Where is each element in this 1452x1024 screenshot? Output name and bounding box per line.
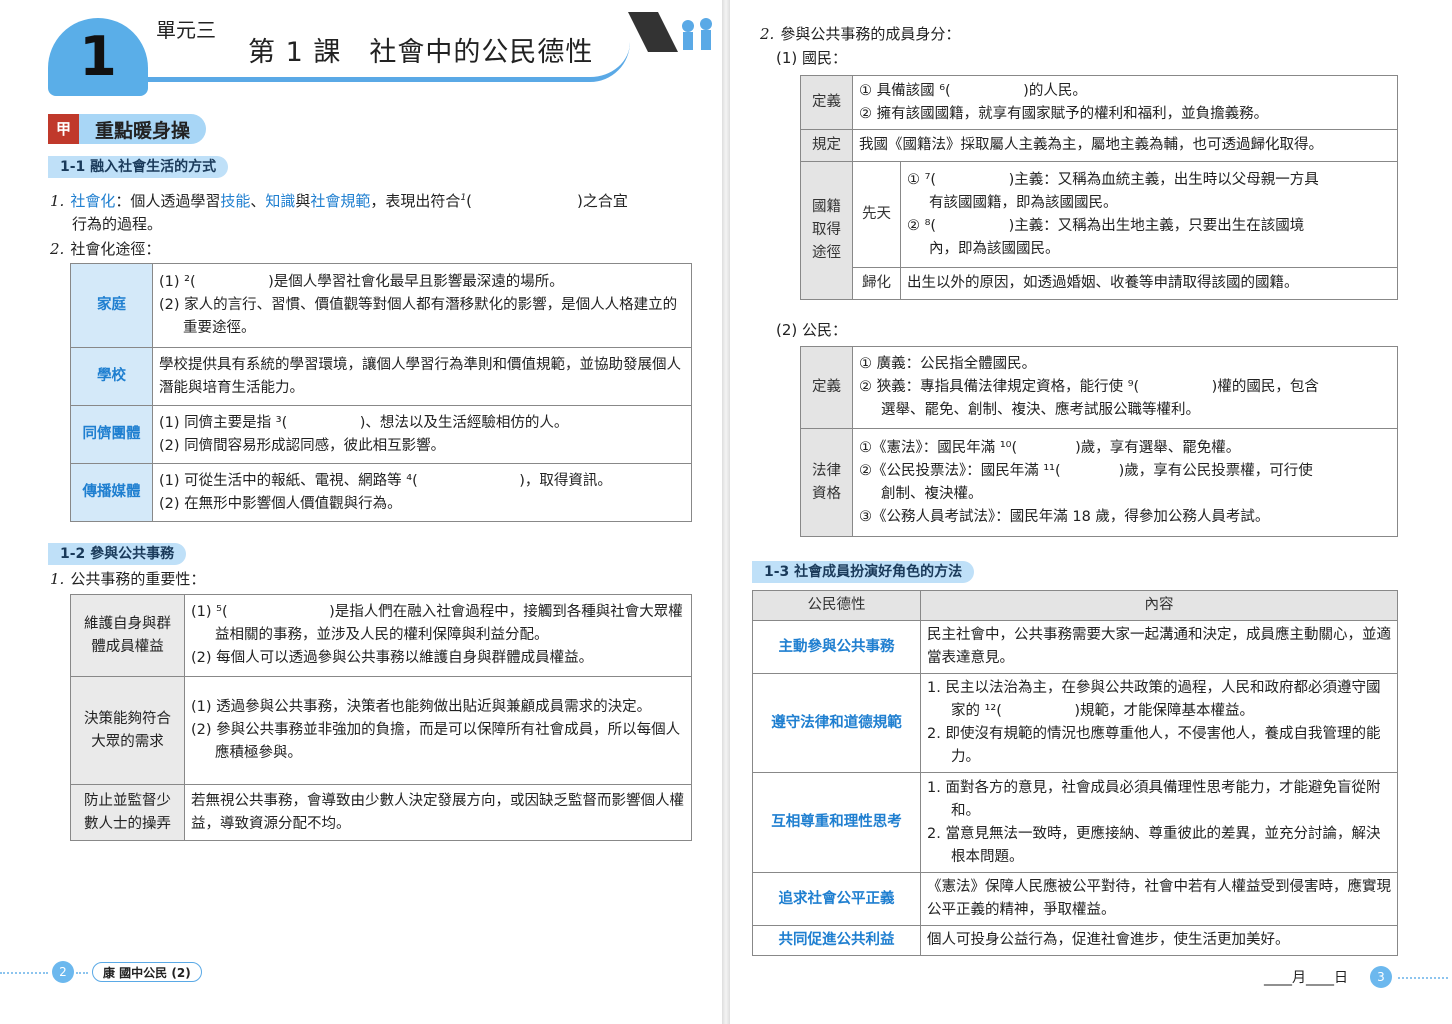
row-head: 共同促進公共利益	[752, 925, 921, 956]
column-header: 內容	[920, 590, 1398, 621]
table-row: 主動參與公共事務 民主社會中，公共事務需要大家一起溝通和決定，成員應主動關心，並…	[752, 620, 1398, 674]
citizen-label: (2) 公民：	[776, 321, 848, 339]
row-head: 學校	[70, 347, 153, 406]
citizen-table: 定義 ① 廣義：公民指全體國民。 ② 狹義：專指具備法律規定資格，能行使 ⁹( …	[800, 346, 1398, 537]
table-row: 國籍取得途徑 先天 ① ⁷( )主義：又稱為血統主義，出生時以父母親一方具 有該…	[800, 161, 1398, 300]
left-page: 1 單元三 第 1 課 社會中的公民德性 甲 重點暖身操 1-1 融入社會生活的…	[0, 0, 722, 1024]
row-body: 我國《國籍法》採取屬人主義為主，屬地主義為輔，也可透過歸化取得。	[852, 129, 1398, 162]
footer-dots	[1398, 977, 1448, 979]
page-number: 2	[52, 961, 74, 983]
public-affairs-table: 維護自身與群體成員權益 (1) ⁵( )是指人們在融入社會過程中，接觸到各種與社…	[70, 594, 692, 841]
row-body: (1) ⁵( )是指人們在融入社會過程中，接觸到各種與社會大眾權益相關的事務，並…	[184, 594, 692, 677]
table-row: 維護自身與群體成員權益 (1) ⁵( )是指人們在融入社會過程中，接觸到各種與社…	[70, 594, 692, 677]
row-head: 規定	[800, 129, 853, 162]
row-body: 民主社會中，公共事務需要大家一起溝通和決定，成員應主動關心，並適當表達意見。	[920, 620, 1398, 674]
virtue-table: 公民德性 內容 主動參與公共事務 民主社會中，公共事務需要大家一起溝通和決定，成…	[752, 590, 1398, 956]
row-body: ① 廣義：公民指全體國民。 ② 狹義：專指具備法律規定資格，能行使 ⁹( )權的…	[852, 346, 1398, 429]
table-row: 定義 ① 廣義：公民指全體國民。 ② 狹義：專指具備法律規定資格，能行使 ⁹( …	[800, 346, 1398, 429]
public-affairs-importance-label: 1. 公共事務的重要性：	[50, 570, 206, 588]
table-row: 家庭 (1) ²( )是個人學習社會化最早且影響最深遠的場所。 (2) 家人的言行…	[70, 263, 692, 348]
book-gutter	[722, 0, 730, 1024]
unit-label: 單元三	[156, 18, 216, 42]
section-mark: 甲	[48, 114, 80, 144]
table-row: 決策能夠符合大眾的需求 (1) 透過參與公共事務，決策者也能夠做出貼近與兼顧成員…	[70, 676, 692, 785]
row-head: 同儕團體	[70, 405, 153, 464]
table-row: 互相尊重和理性思考 1. 面對各方的意見，社會成員必須具備理性思考能力，才能避免…	[752, 772, 1398, 873]
table-row: 防止並監督少數人士的操弄 若無視公共事務，會導致由少數人決定發展方向，或因缺乏監…	[70, 784, 692, 841]
page-number: 3	[1370, 966, 1392, 988]
section-heading: 甲 重點暖身操	[48, 114, 207, 144]
row-body: 個人可投身公益行為，促進社會進步，使生活更加美好。	[920, 925, 1398, 956]
row-head: 定義	[800, 346, 853, 429]
row-head: 追求社會公平正義	[752, 872, 921, 926]
row-head: 定義	[800, 75, 853, 130]
row-subhead: 先天	[852, 161, 901, 268]
footer-dots	[76, 972, 88, 974]
lesson-title: 第 1 課 社會中的公民德性	[248, 37, 594, 68]
row-body: 《憲法》保障人民應被公平對待，社會中若有人權益受到侵害時，應實現公平正義的精神，…	[920, 872, 1398, 926]
national-table: 定義 ① 具備該國 ⁶( )的人民。 ② 擁有該國國籍，就享有國家賦予的權利和福利…	[800, 75, 1398, 300]
row-head: 防止並監督少數人士的操弄	[70, 784, 185, 841]
row-body: ① ⁷( )主義：又稱為血統主義，出生時以父母親一方具 有該國國籍，即為該國國民…	[900, 161, 1398, 268]
row-head: 遵守法律和道德規範	[752, 673, 921, 773]
row-body: ① 具備該國 ⁶( )的人民。 ② 擁有該國國籍，就享有國家賦予的權利和福利，並負…	[852, 75, 1398, 130]
row-head: 維護自身與群體成員權益	[70, 594, 185, 677]
row-head: 決策能夠符合大眾的需求	[70, 676, 185, 785]
table-row: 追求社會公平正義 《憲法》保障人民應被公平對待，社會中若有人權益受到侵害時，應實…	[752, 872, 1398, 926]
row-body: 學校提供具有系統的學習環境，讓個人學習行為準則和價值規範，並協助發展個人潛能與培…	[152, 347, 692, 406]
section-title: 重點暖身操	[95, 119, 191, 142]
row-body: 出生以外的原因，如透過婚姻、收養等申請取得該國的國籍。	[900, 267, 1398, 300]
subsection-1-1: 1-1 融入社會生活的方式	[48, 156, 229, 178]
row-head: 互相尊重和理性思考	[752, 772, 921, 873]
table-row: 共同促進公共利益 個人可投身公益行為，促進社會進步，使生活更加美好。	[752, 925, 1398, 956]
right-page: 2. 參與公共事務的成員身分： (1) 國民： 定義 ① 具備該國 ⁶( )的人民…	[730, 0, 1452, 1024]
socialization-definition: 1. 社會化：個人透過學習技能、知識與社會規範，表現出符合1( )之合宜	[50, 192, 628, 210]
subsection-1-3: 1-3 社會成員扮演好角色的方法	[752, 561, 975, 583]
member-identity-label: 2. 參與公共事務的成員身分：	[760, 25, 961, 43]
row-body: ①《憲法》：國民年滿 ¹⁰( )歲，享有選舉、罷免權。 ②《公民投票法》：國民年…	[852, 428, 1398, 537]
row-head: 法律資格	[800, 428, 853, 537]
row-body: 若無視公共事務，會導致由少數人決定發展方向，或因缺乏監督而影響個人權益，導致資源…	[184, 784, 692, 841]
table-row: 規定 我國《國籍法》採取屬人主義為主，屬地主義為輔，也可透過歸化取得。	[800, 129, 1398, 162]
table-row: 定義 ① 具備該國 ⁶( )的人民。 ② 擁有該國國籍，就享有國家賦予的權利和福利…	[800, 75, 1398, 130]
socialization-definition-cont: 行為的過程。	[72, 215, 163, 233]
row-body: 1. 面對各方的意見，社會成員必須具備理性思考能力，才能避免盲從附和。 2. 當意…	[920, 772, 1398, 873]
table-header-row: 公民德性 內容	[752, 590, 1398, 621]
table-row: 歸化 出生以外的原因，如透過婚姻、收養等申請取得該國的國籍。	[801, 267, 1398, 300]
socialization-table: 家庭 (1) ²( )是個人學習社會化最早且影響最深遠的場所。 (2) 家人的言行…	[70, 263, 692, 522]
people-illustration-icon	[628, 12, 712, 52]
row-head: 國籍取得途徑	[800, 161, 853, 300]
table-row: 遵守法律和道德規範 1. 民主以法治為主，在參與公共政策的過程，人民和政府都必須…	[752, 673, 1398, 773]
table-row: 傳播媒體 (1) 可從生活中的報紙、電視、網路等 ⁴( )，取得資訊。 (2) 在…	[70, 463, 692, 522]
row-body: 1. 民主以法治為主，在參與公共政策的過程，人民和政府都必須遵守國家的 ¹²( …	[920, 673, 1398, 773]
row-head: 傳播媒體	[70, 463, 153, 522]
row-body: (1) 可從生活中的報紙、電視、網路等 ⁴( )，取得資訊。 (2) 在無形中影響…	[152, 463, 692, 522]
lesson-header: 1 單元三 第 1 課 社會中的公民德性	[0, 0, 722, 100]
row-body: (1) 同儕主要是指 ³( )、想法以及生活經驗相仿的人。 (2) 同儕間容易形成…	[152, 405, 692, 464]
column-header: 公民德性	[752, 590, 921, 621]
date-field[interactable]: ____月____日	[1264, 966, 1348, 990]
national-label: (1) 國民：	[776, 49, 848, 67]
socialization-paths-label: 2. 社會化途徑：	[50, 240, 161, 258]
footer-dots	[0, 972, 48, 974]
row-body: (1) 透過參與公共事務，決策者也能夠做出貼近與兼顧成員需求的決定。 (2) 參與…	[184, 676, 692, 785]
subsection-1-2: 1-2 參與公共事務	[48, 543, 187, 565]
row-body: (1) ²( )是個人學習社會化最早且影響最深遠的場所。 (2) 家人的言行、習慣…	[152, 263, 692, 348]
row-subhead: 歸化	[852, 267, 901, 300]
row-head: 主動參與公共事務	[752, 620, 921, 674]
table-row: 法律資格 ①《憲法》：國民年滿 ¹⁰( )歲，享有選舉、罷免權。 ②《公民投票法…	[800, 428, 1398, 537]
book-title: 康 國中公民 (2)	[92, 962, 202, 982]
table-row: 同儕團體 (1) 同儕主要是指 ³( )、想法以及生活經驗相仿的人。 (2) 同儕…	[70, 405, 692, 464]
row-head: 家庭	[70, 263, 153, 348]
table-row: 學校 學校提供具有系統的學習環境，讓個人學習行為準則和價值規範，並協助發展個人潛…	[70, 347, 692, 406]
